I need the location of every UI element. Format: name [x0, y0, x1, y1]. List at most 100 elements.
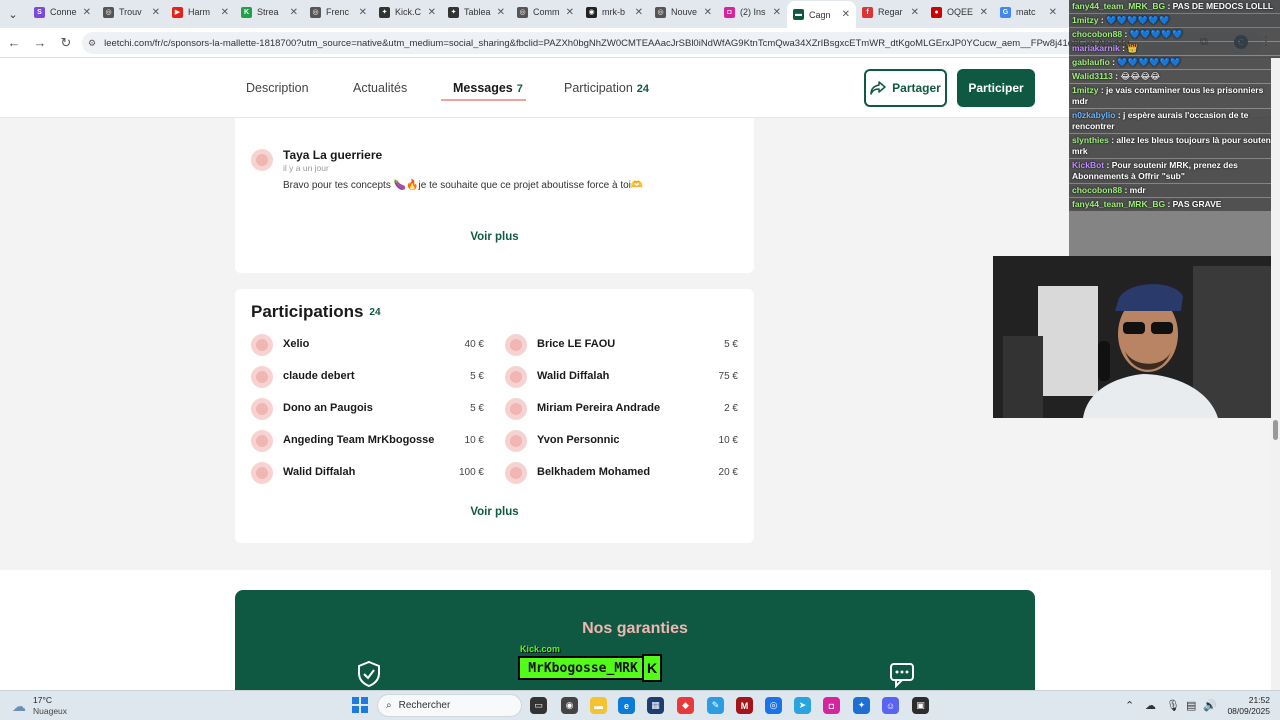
back-icon[interactable]: ←	[2, 31, 26, 55]
page-scrollbar[interactable]	[1271, 58, 1280, 690]
participations-title: Participations 24	[251, 302, 381, 322]
browser-tab[interactable]: ▬ Cagn ✕	[787, 1, 856, 28]
tab-close-icon[interactable]: ✕	[842, 9, 850, 20]
guarantees-title: Nos garanties	[582, 620, 688, 637]
onedrive-icon[interactable]: ☁	[1145, 699, 1156, 712]
participations-more-link[interactable]: Voir plus	[235, 506, 754, 518]
tab-favicon-icon: ●	[931, 6, 942, 18]
tab-close-icon[interactable]: ✕	[428, 7, 436, 18]
chat-message: 1mitzy : 💙💙💙💙💙💙	[1069, 14, 1280, 27]
browser-tab[interactable]: ◘ (2) Ins ✕	[718, 0, 787, 24]
participant-amount: 5 €	[470, 371, 484, 382]
tab-close-icon[interactable]: ✕	[911, 7, 919, 18]
participant-amount: 20 €	[718, 467, 738, 478]
discord-icon[interactable]: ☺	[882, 697, 899, 714]
app-icon-blue[interactable]: ✎	[707, 697, 724, 714]
webcam-person-image	[993, 256, 1280, 418]
message-time: il y a un jour	[283, 163, 329, 173]
participation-row: Xelio 40 €	[251, 334, 484, 356]
tab-close-icon[interactable]: ✕	[497, 7, 505, 18]
share-button[interactable]: Partager	[864, 69, 947, 107]
browser-tab[interactable]: ◎ Frenc ✕	[304, 0, 373, 24]
tab-close-icon[interactable]: ✕	[773, 7, 781, 18]
windows-start-icon[interactable]	[352, 697, 368, 713]
tab-close-icon[interactable]: ✕	[221, 7, 229, 18]
forward-icon[interactable]: →	[28, 31, 52, 55]
browser-tab[interactable]: K Strea ✕	[235, 0, 304, 24]
messages-more-link[interactable]: Voir plus	[235, 231, 754, 243]
taskbar-search-placeholder: Rechercher	[398, 700, 451, 711]
network-icon[interactable]: ▤	[1186, 699, 1196, 712]
taskbar-search-box[interactable]: ⌕ Rechercher	[377, 694, 522, 717]
tab-favicon-icon: f	[862, 6, 873, 18]
tab-messages[interactable]: Messages 7	[453, 81, 523, 95]
chat-message: fany44_team_MRK_BG : PAS GRAVE	[1069, 198, 1280, 211]
chat-message: chocobon88 : mdr	[1069, 184, 1280, 197]
participant-name: Walid Diffalah	[537, 370, 610, 382]
tab-actualites[interactable]: Actualités	[353, 81, 407, 95]
tabs-container: S Conne ✕ ◎ Trouv ✕ ▶ Harm ✕ K Strea ✕ ◎ Frenc ✕ ✦ Kick.…	[28, 0, 1063, 28]
participant-name: Miriam Pereira Andrade	[537, 402, 661, 414]
tab-close-icon[interactable]: ✕	[83, 7, 91, 18]
microphone-icon[interactable]: 🎙	[1166, 699, 1180, 712]
tab-description[interactable]: Description	[246, 81, 309, 95]
browser-tab[interactable]: Gmatc ✕	[994, 0, 1063, 24]
browser-tab[interactable]: ◎ Comm ✕	[511, 0, 580, 24]
tab-close-icon[interactable]: ✕	[566, 7, 574, 18]
store-icon[interactable]: ▦	[647, 697, 664, 714]
app-icon-c[interactable]: ✦	[853, 697, 870, 714]
browser-tab[interactable]: ● OQEE ✕	[925, 0, 994, 24]
tab-participation[interactable]: Participation 24	[564, 81, 649, 95]
browser-tab[interactable]: ◎ Trouv ✕	[97, 0, 166, 24]
taskbar-date[interactable]: 08/09/2025	[1225, 706, 1270, 716]
participation-row: Belkhadem Mohamed 20 €	[505, 462, 738, 484]
tab-title: mrk-b	[602, 7, 625, 17]
tab-close-icon[interactable]: ✕	[635, 7, 643, 18]
tray-chevron-icon[interactable]: ⌃	[1125, 699, 1134, 712]
tab-search-dropdown-icon[interactable]: ⌄	[4, 5, 22, 23]
tab-favicon-icon: ✦	[448, 6, 459, 18]
browser-tab[interactable]: ▶ Harm ✕	[166, 0, 235, 24]
participant-amount: 10 €	[464, 435, 484, 446]
scrollbar-thumb[interactable]	[1273, 420, 1278, 440]
tab-close-icon[interactable]: ✕	[290, 7, 298, 18]
app-icon[interactable]: ◉	[561, 697, 578, 714]
kick-stream-badge: Kick.com MrKbogosse_MRK K	[518, 644, 662, 684]
taskbar-time[interactable]: 21:52	[1240, 695, 1270, 705]
tab-close-icon[interactable]: ✕	[1049, 7, 1057, 18]
tab-close-icon[interactable]: ✕	[359, 7, 367, 18]
participations-title-text: Participations	[251, 302, 364, 321]
instagram-icon[interactable]: ◘	[823, 697, 840, 714]
browser-tab[interactable]: ◉ mrk-b ✕	[580, 0, 649, 24]
browser-tab[interactable]: S Conne ✕	[28, 0, 97, 24]
site-info-icon[interactable]: ⚙	[88, 38, 96, 49]
chat-message: chocobon88 : 💙💙💙💙💙	[1069, 28, 1280, 41]
tab-close-icon[interactable]: ✕	[980, 7, 988, 18]
tab-close-icon[interactable]: ✕	[152, 7, 160, 18]
reload-icon[interactable]: ↻	[54, 31, 78, 55]
tab-title: matc	[1016, 7, 1036, 17]
tab-title: Conne	[50, 7, 77, 17]
terminal-icon[interactable]: ▣	[912, 697, 929, 714]
chrome-icon[interactable]: ◎	[765, 697, 782, 714]
tab-close-icon[interactable]: ✕	[704, 7, 712, 18]
browser-tab[interactable]: ✦ Kick.C ✕	[373, 0, 442, 24]
browser-tab[interactable]: ✦ Tablea ✕	[442, 0, 511, 24]
telegram-icon[interactable]: ➤	[794, 697, 811, 714]
task-view-icon[interactable]: ▭	[530, 697, 547, 714]
shield-app-icon[interactable]: M	[736, 697, 753, 714]
chat-message: mariakarnik : 👑	[1069, 42, 1280, 55]
participate-button[interactable]: Participer	[957, 69, 1035, 107]
browser-tab[interactable]: ◎ Nouve ✕	[649, 0, 718, 24]
edge-browser-icon[interactable]: e	[618, 697, 635, 714]
app-diamond-icon[interactable]: ◆	[677, 697, 694, 714]
chat-message: Walid3113 : 😂😂😂😂	[1069, 70, 1280, 83]
shield-check-icon	[358, 660, 380, 688]
participation-row: Brice LE FAOU 5 €	[505, 334, 738, 356]
browser-tab[interactable]: f Regar ✕	[856, 0, 925, 24]
volume-icon[interactable]: 🔊	[1203, 699, 1217, 712]
search-icon: ⌕	[386, 700, 392, 711]
cloud-icon[interactable]: ☁	[12, 698, 26, 715]
participation-row: Walid Diffalah 75 €	[505, 366, 738, 388]
file-explorer-icon[interactable]: ▬	[590, 697, 607, 714]
